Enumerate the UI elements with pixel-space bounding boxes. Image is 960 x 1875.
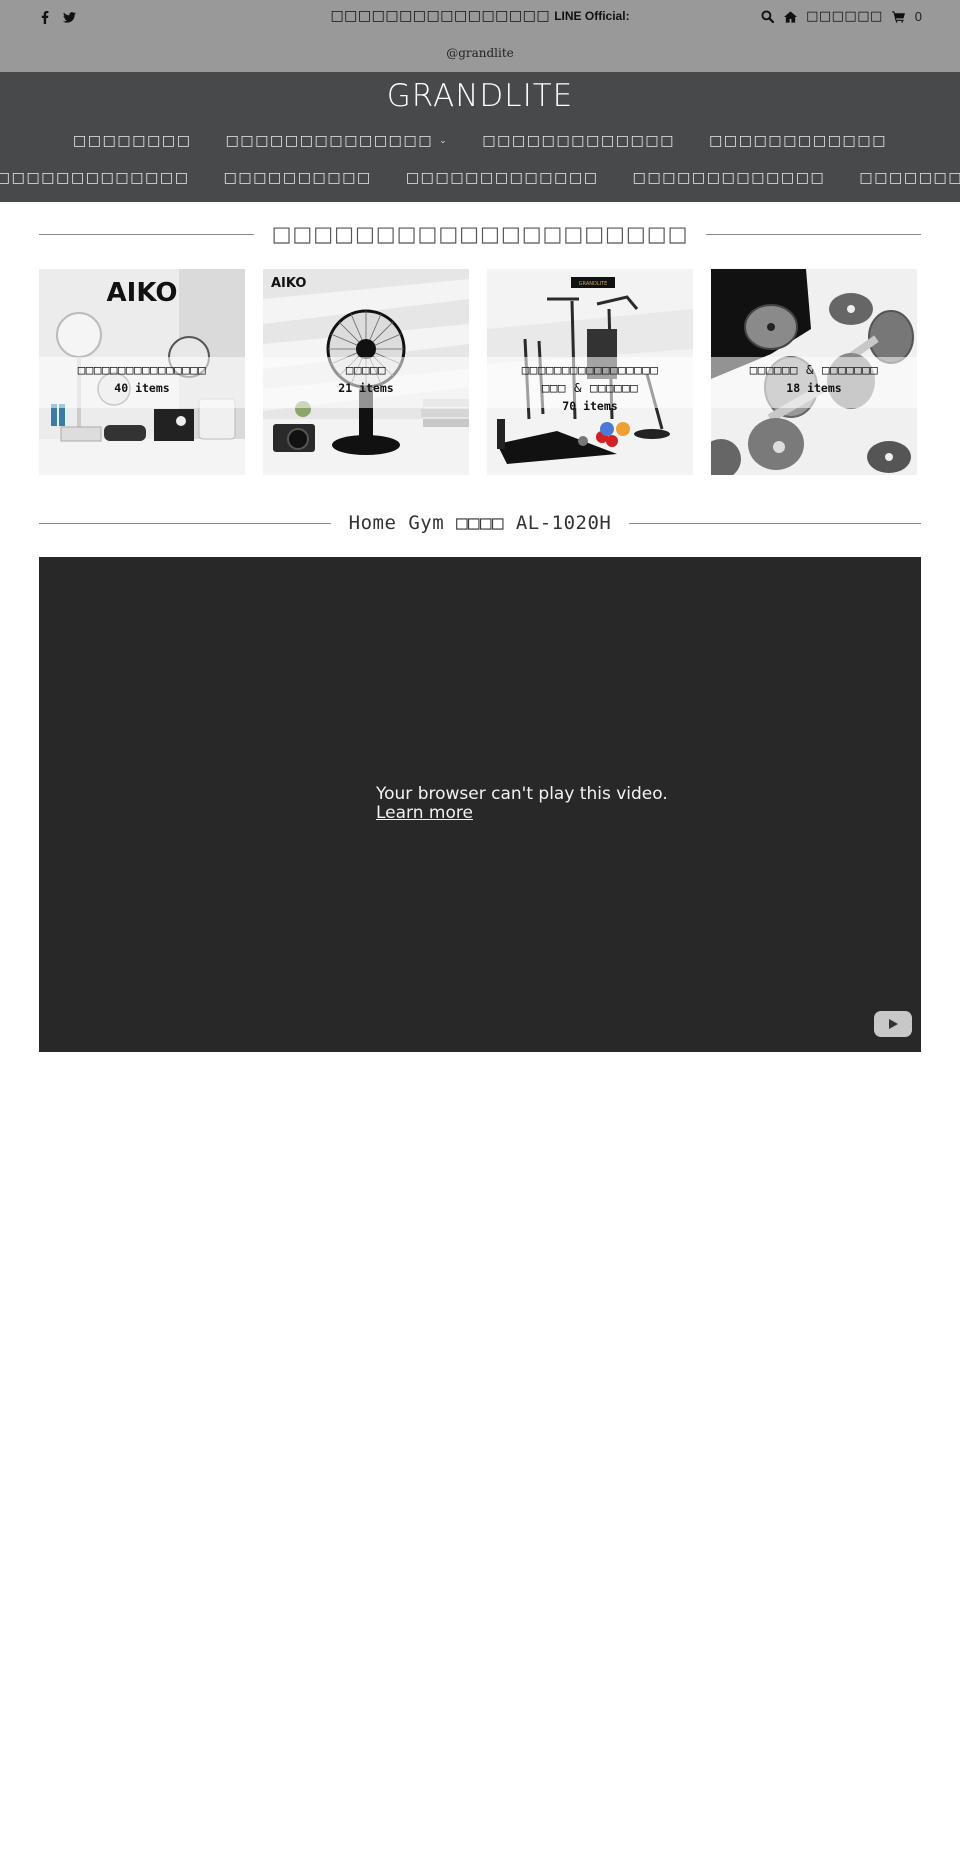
top-tools: □□□□□□ 0 (760, 9, 922, 24)
nav-item-2-dropdown[interactable]: □□□□□□□□□□□□□□ ⌄ (226, 133, 449, 149)
nav-item-8[interactable]: □□□□□□□□□□□□□ (633, 170, 826, 186)
video-error-text: Your browser can't play this video. (376, 784, 668, 804)
divider (39, 233, 254, 235)
nav-item-label: □□□□□□□□□□□□□□ (225, 133, 434, 149)
category-tile[interactable]: GRANDLITE □□□□□□□□□□□□□□□□□ □□□ & □□□□□□… (487, 269, 693, 475)
nav-item-label: □□□□□□□□□□□□□ (482, 133, 676, 149)
nav-item-5[interactable]: □□□□□□□□□□□□□□□□ (0, 170, 190, 186)
tile-label: □□□□□□□□□□□□□□□□ 40 items (39, 361, 245, 397)
category-count: 70 items (562, 399, 618, 413)
site-header: GRANDLITE □□□□□□□□ □□□□□□□□□□□□□□ ⌄ □□□□□… (0, 72, 960, 202)
category-grid: AIKO □□□□□□□□□□□□□□□□ 40 items AIKO □□□□… (39, 269, 921, 475)
account-link[interactable]: □□□□□□ (806, 9, 883, 24)
category-name: □□□□□ (345, 362, 387, 377)
cart-count[interactable]: 0 (915, 9, 922, 24)
nav-item-7[interactable]: □□□□□□□□□□□□□ (406, 170, 599, 186)
site-logo[interactable]: GRANDLITE (0, 78, 960, 114)
category-tile[interactable]: □□□□□□ & □□□□□□□ 18 items (711, 269, 917, 475)
home-icon[interactable] (783, 10, 797, 24)
video-error-message: Your browser can't play this video. Lear… (376, 785, 668, 823)
nav-item-label: □□□□□□□□□□□□□ (405, 170, 599, 186)
divider (706, 233, 922, 235)
category-name: □□□□□□□□□□□□□□□□ (77, 362, 207, 377)
video-player[interactable]: Your browser can't play this video. Lear… (39, 557, 921, 1052)
category-name-line-1: □□□□□□□□□□□□□□□□□ (521, 362, 659, 377)
svg-text:AIKO: AIKO (271, 276, 306, 291)
nav-item-label: □□□□□□□□□□□□□ (632, 170, 826, 186)
category-name-line-2: □□□ & □□□□□□ (541, 380, 639, 395)
video-title: Home Gym □□□□ AL-1020H (348, 512, 612, 534)
category-name: □□□□□□ & □□□□□□□ (749, 362, 879, 377)
nav-item-9[interactable]: □□□□□□□□□□ (859, 170, 960, 186)
category-count: 21 items (338, 381, 394, 395)
tile-label: □□□□□□ & □□□□□□□ 18 items (711, 361, 917, 397)
chevron-down-icon: ⌄ (439, 136, 449, 146)
categories-heading: □□□□□□□□□□□□□□□□□□□□ (39, 222, 922, 246)
nav-item-3[interactable]: □□□□□□□□□□□□□ (482, 133, 675, 149)
nav-item-label: □□□□□□□□□□ (223, 170, 372, 186)
line-official-label: LINE Official: (554, 9, 630, 23)
nav-item-6[interactable]: □□□□□□□□□□ (224, 170, 372, 186)
section-title: □□□□□□□□□□□□□□□□□□□□ (271, 222, 689, 246)
divider (39, 522, 331, 524)
line-handle: @grandlite (446, 46, 514, 60)
search-icon[interactable] (760, 10, 774, 24)
nav-item-1[interactable]: □□□□□□□□ (73, 133, 192, 149)
category-tile[interactable]: AIKO □□□□□□□□□□□□□□□□ 40 items (39, 269, 245, 475)
nav-item-label: □□□□□□□□□□□□ (709, 133, 888, 149)
video-heading: Home Gym □□□□ AL-1020H (39, 512, 922, 534)
main-nav-row-1: □□□□□□□□ □□□□□□□□□□□□□□ ⌄ □□□□□□□□□□□□□ □… (0, 133, 960, 149)
youtube-icon[interactable] (874, 1011, 912, 1037)
main-nav-row-2: □□□□□□□□□□□□□ □□□ □□□□□□□ □□□ □□□□□□□□□□ □□… (0, 170, 960, 186)
nav-item-label: □□□□□□□□ (72, 133, 192, 149)
category-count: 18 items (786, 381, 842, 395)
nav-item-label: □□□□□□□□□□ (859, 170, 960, 186)
top-bar: □□□□□□□□□□□□□□□□ LINE Official: @grandli… (0, 0, 960, 72)
announcement-text: □□□□□□□□□□□□□□□□ (330, 8, 551, 24)
nav-item-4[interactable]: □□□□□□□□□□□□ (709, 133, 887, 149)
category-tile[interactable]: AIKO □□□□□ 21 items (263, 269, 469, 475)
learn-more-link[interactable]: Learn more (376, 804, 668, 823)
nav-item-label: □□□□□□□□□□□□□□□□ (0, 170, 190, 186)
category-count: 40 items (114, 381, 170, 395)
tile-label: □□□□□ 21 items (263, 361, 469, 397)
svg-text:AIKO: AIKO (107, 278, 178, 308)
tile-label: □□□□□□□□□□□□□□□□□ □□□ & □□□□□□ 70 items (487, 361, 693, 415)
divider (629, 522, 922, 524)
svg-text:GRANDLITE: GRANDLITE (579, 281, 608, 287)
cart-icon[interactable] (892, 10, 906, 24)
